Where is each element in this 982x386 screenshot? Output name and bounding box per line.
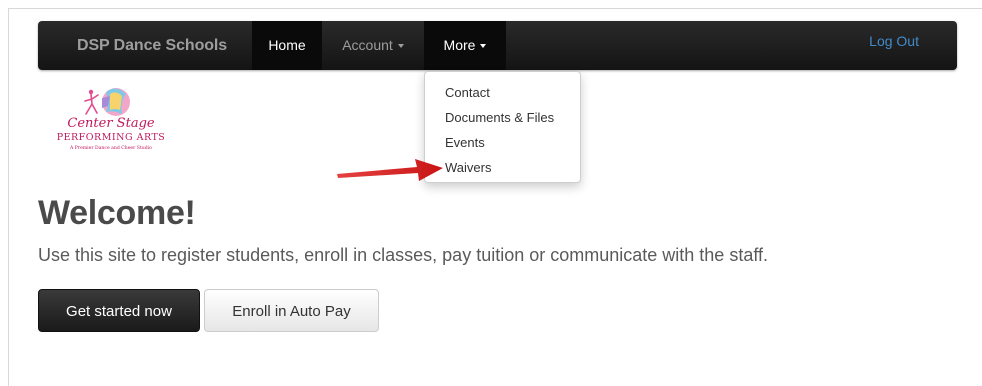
menu-item-waivers[interactable]: Waivers (425, 157, 580, 182)
nav-account-dropdown[interactable]: Account (325, 21, 421, 70)
more-dropdown-menu: Contact Documents & Files Events Waivers (424, 71, 581, 183)
logo-graphic: Center Stage PERFORMING ARTS A Premier D… (57, 88, 166, 151)
brand-link[interactable]: DSP Dance Schools (77, 21, 227, 70)
top-navbar: DSP Dance Schools Home Account More Log … (38, 21, 957, 70)
chevron-down-icon (397, 44, 404, 49)
annotation-arrow (337, 159, 443, 181)
studio-logo: Center Stage PERFORMING ARTS A Premier D… (36, 80, 186, 155)
nav-more-label: More (443, 37, 476, 53)
welcome-lead-text: Use this site to register students, enro… (38, 245, 769, 265)
get-started-button[interactable]: Get started now (38, 289, 200, 332)
logout-link[interactable]: Log Out (869, 21, 919, 61)
nav-home[interactable]: Home (252, 21, 322, 70)
menu-item-events[interactable]: Events (425, 132, 580, 157)
nav-account-label: Account (342, 37, 393, 53)
logo-tagline: A Premier Dance and Cheer Studio (69, 145, 152, 151)
menu-item-documents-files[interactable]: Documents & Files (425, 107, 580, 132)
logo-subtitle: PERFORMING ARTS (57, 132, 166, 143)
chevron-down-icon (480, 44, 487, 49)
dancer-emblem-icon (84, 88, 130, 116)
page-title: Welcome! (38, 194, 196, 232)
enroll-auto-pay-button[interactable]: Enroll in Auto Pay (204, 289, 379, 332)
menu-item-contact[interactable]: Contact (425, 82, 580, 107)
logo-name: Center Stage (67, 116, 154, 131)
nav-more-dropdown[interactable]: More (424, 21, 506, 70)
nav-home-label: Home (268, 37, 306, 53)
